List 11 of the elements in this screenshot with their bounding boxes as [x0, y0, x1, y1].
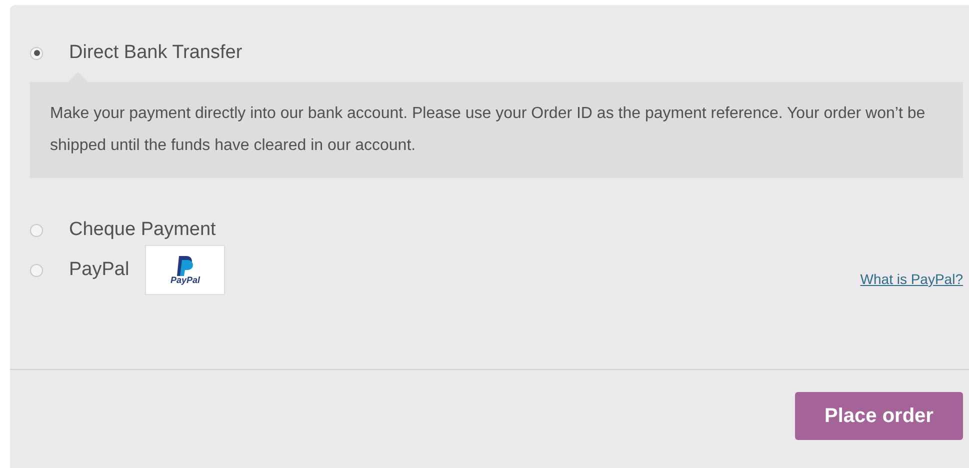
- what-is-paypal-link[interactable]: What is PayPal?: [860, 269, 963, 290]
- payment-description: Make your payment directly into our bank account. Please use your Order ID as the payment reference. Your order won’t be shipped until the funds have cleared in our account.: [30, 82, 963, 178]
- payment-method-label[interactable]: Cheque Payment: [69, 216, 216, 244]
- paypal-logo: PayPal: [145, 245, 226, 295]
- radio-button[interactable]: [30, 224, 43, 236]
- radio-button[interactable]: [30, 264, 43, 276]
- p-letter-icon: [177, 256, 194, 276]
- radio-button[interactable]: [30, 46, 43, 60]
- payment-method-label[interactable]: PayPal: [69, 256, 130, 284]
- payment-method-label[interactable]: Direct Bank Transfer: [69, 38, 242, 68]
- place-order-button[interactable]: Place order: [795, 392, 963, 440]
